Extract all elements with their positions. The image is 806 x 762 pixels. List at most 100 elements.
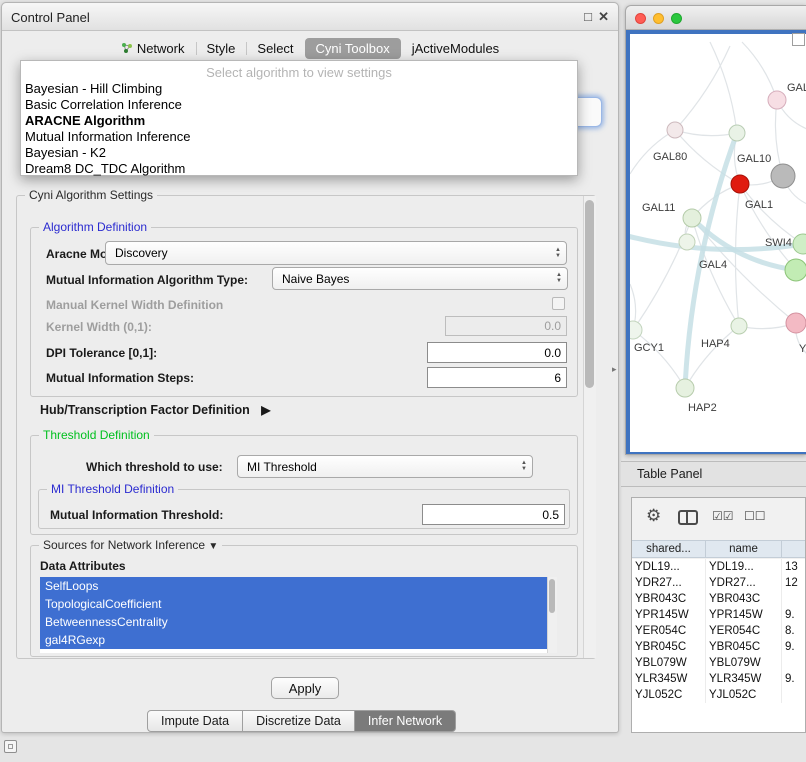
table-cell: YER054C	[632, 623, 706, 639]
zoom-traffic-light[interactable]	[671, 13, 682, 24]
close-traffic-light[interactable]	[635, 13, 646, 24]
table-panel-title: Table Panel	[637, 467, 702, 481]
bottom-tab-impute-data[interactable]: Impute Data	[147, 710, 243, 732]
manual-kernel-checkbox[interactable]	[552, 297, 565, 310]
close-window-icon[interactable]: ✕	[598, 9, 609, 25]
table-row[interactable]: YBR045CYBR045C9.	[632, 639, 805, 655]
attribute-item[interactable]: gal4RGexp	[40, 631, 547, 649]
table-cell: YJL052C	[706, 687, 782, 703]
table-row[interactable]: YBL079WYBL079W	[632, 655, 805, 671]
group-title: Cyni Algorithm Settings	[25, 188, 157, 202]
attribute-list: SelfLoopsTopologicalCoefficientBetweenne…	[40, 577, 547, 653]
column-header[interactable]: name	[706, 541, 782, 557]
field-value: 0.0	[544, 346, 561, 360]
bottom-tab-infer-network[interactable]: Infer Network	[355, 710, 456, 732]
algorithm-option[interactable]: Bayesian - K2	[21, 145, 577, 161]
tab-jactivemodules[interactable]: jActiveModules	[401, 38, 510, 59]
tab-select[interactable]: Select	[246, 38, 304, 59]
dpi-tolerance-field[interactable]: 0.0	[427, 342, 567, 363]
table-row[interactable]: YER054CYER054C8.	[632, 623, 805, 639]
mi-steps-field[interactable]: 6	[427, 367, 567, 388]
deselect-all-checkboxes-icon[interactable]: ☐☐	[744, 509, 766, 523]
columns-icon[interactable]	[678, 510, 698, 525]
network-node[interactable]	[683, 209, 701, 227]
attribute-item[interactable]: TopologicalCoefficient	[40, 595, 547, 613]
tab-network[interactable]: Network	[110, 38, 196, 59]
algorithm-option[interactable]: ARACNE Algorithm	[21, 113, 577, 129]
network-node[interactable]	[771, 164, 795, 188]
mi-threshold-field[interactable]: 0.5	[422, 504, 565, 525]
table-row[interactable]: YDR27...YDR27...12	[632, 575, 805, 591]
settings-scrollbar-thumb[interactable]	[585, 200, 594, 388]
aracne-mode-select[interactable]: Discovery ▲▼	[105, 241, 567, 265]
sources-header[interactable]: Sources for Network Inference ▼	[39, 538, 222, 552]
algorithm-option[interactable]: Dream8 DC_TDC Algorithm	[21, 161, 577, 177]
network-node[interactable]	[676, 379, 694, 397]
select-all-checkboxes-icon[interactable]: ☑☑	[712, 509, 734, 523]
tab-style[interactable]: Style	[196, 38, 247, 59]
collapse-arrow-icon: ▼	[208, 541, 218, 552]
network-node[interactable]	[667, 122, 683, 138]
table-cell: YPR145W	[632, 607, 706, 623]
kernel-width-field: 0.0	[445, 316, 567, 336]
minimized-panel-icon[interactable]	[4, 740, 17, 753]
hub-section-header[interactable]: Hub/Transcription Factor Definition ▶	[40, 403, 270, 417]
mi-algorithm-type-select[interactable]: Naive Bayes ▲▼	[272, 267, 568, 290]
algorithm-option[interactable]: Basic Correlation Inference	[21, 97, 577, 113]
network-node[interactable]	[786, 313, 806, 333]
minimize-traffic-light[interactable]	[653, 13, 664, 24]
table-cell: YBR043C	[706, 591, 782, 607]
network-edge	[742, 42, 777, 100]
selected-value: Discovery	[115, 246, 168, 260]
combo-stepper-icon: ▲▼	[556, 273, 562, 284]
node-label: GAL	[787, 82, 806, 94]
float-window-icon[interactable]: □	[584, 9, 592, 24]
table-cell: 8.	[782, 623, 805, 639]
gear-icon[interactable]: ⚙	[646, 506, 661, 526]
table-cell: YBL079W	[706, 655, 782, 671]
network-node[interactable]	[768, 91, 786, 109]
table-panel-bar: Table Panel	[621, 461, 806, 487]
table-row[interactable]: YJL052CYJL052C	[632, 687, 805, 703]
attribute-item[interactable]: SelfLoops	[40, 577, 547, 595]
table-cell: YDR27...	[706, 575, 782, 591]
field-value: 6	[554, 371, 561, 385]
algorithm-option[interactable]: Bayesian - Hill Climbing	[21, 81, 577, 97]
node-label: GAL10	[737, 153, 771, 165]
table-row[interactable]: YBR043CYBR043C	[632, 591, 805, 607]
network-node[interactable]	[731, 175, 749, 193]
combo-stepper-icon: ▲▼	[521, 461, 527, 472]
tab-bar: NetworkStyleSelectCyni ToolboxjActiveMod…	[2, 35, 618, 61]
network-edge	[675, 46, 730, 130]
network-node[interactable]	[793, 234, 806, 254]
column-header[interactable]: shared...	[632, 541, 706, 557]
table-cell	[782, 687, 805, 703]
network-node[interactable]	[729, 125, 745, 141]
attribute-list-scrollbar-thumb[interactable]	[549, 579, 555, 613]
node-label: GAL11	[642, 202, 675, 214]
node-label: GAL80	[653, 151, 687, 163]
column-header[interactable]	[782, 541, 806, 557]
table-row[interactable]: YPR145WYPR145W9.	[632, 607, 805, 623]
table-row[interactable]: YLR345WYLR345W9.	[632, 671, 805, 687]
table-cell: YDL19...	[632, 559, 706, 575]
network-edge	[740, 184, 803, 244]
bottom-tab-discretize-data[interactable]: Discretize Data	[243, 710, 355, 732]
which-threshold-select[interactable]: MI Threshold ▲▼	[237, 455, 533, 478]
table-row[interactable]: YDL19...YDL19...13	[632, 559, 805, 575]
attribute-item[interactable]: BetweennessCentrality	[40, 613, 547, 631]
network-canvas[interactable]: GALGAL80GAL10GAL11GAL1SWI4GAL4GCY1HAP4YH…	[630, 34, 806, 452]
algorithm-option[interactable]: Mutual Information Inference	[21, 129, 577, 145]
table-cell: YDL19...	[706, 559, 782, 575]
node-label: HAP4	[701, 338, 730, 350]
network-node[interactable]	[785, 259, 806, 281]
splitter-handle[interactable]: ▸	[612, 364, 617, 375]
table-cell: 12	[782, 575, 805, 591]
apply-button[interactable]: Apply	[271, 677, 339, 699]
which-threshold-label: Which threshold to use:	[86, 460, 223, 474]
birdseye-toggle[interactable]	[792, 33, 805, 46]
tab-cyni-toolbox[interactable]: Cyni Toolbox	[305, 38, 401, 59]
table-header-row: shared...name	[632, 540, 805, 558]
network-node[interactable]	[731, 318, 747, 334]
network-node[interactable]	[679, 234, 695, 250]
